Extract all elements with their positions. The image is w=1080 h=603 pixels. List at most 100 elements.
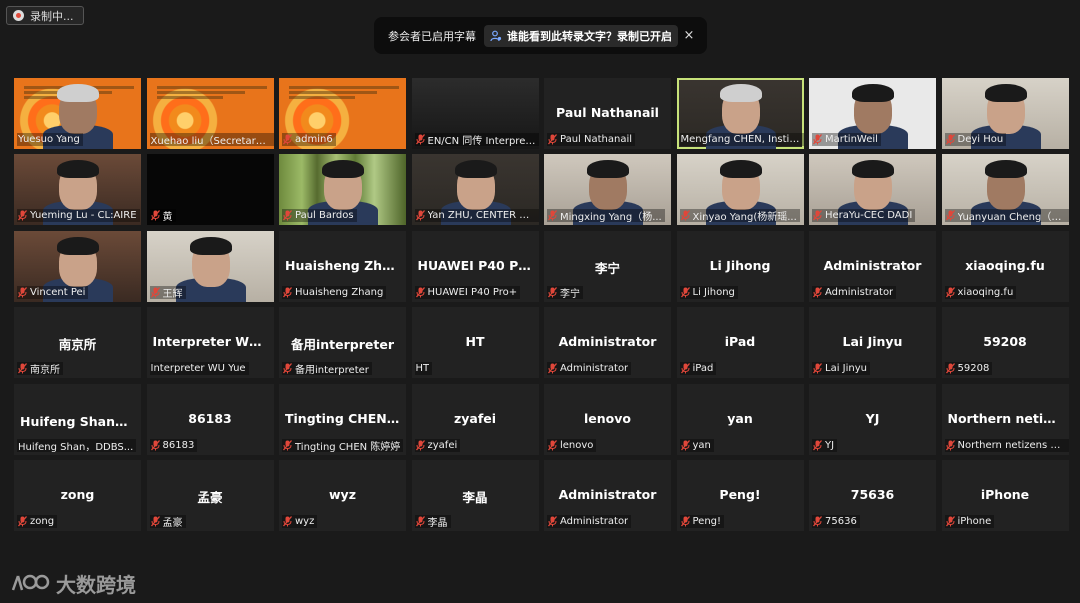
participant-video-face (454, 160, 497, 211)
muted-mic-icon (548, 286, 557, 298)
participant-tile[interactable]: 86183 86183 (146, 383, 274, 455)
shared-slide-graphic (156, 84, 267, 101)
participant-tile[interactable]: Deyi Hou (941, 78, 1069, 149)
participant-tile[interactable]: yan yan (676, 383, 804, 455)
participant-tile[interactable]: iPad iPad (676, 307, 804, 379)
participant-name-label: 孟豪 (162, 517, 183, 528)
participant-video-hair (57, 236, 99, 255)
participant-video-hair (57, 160, 99, 179)
participant-tile[interactable]: Tingting CHEN... Tingting CHEN 陈婷婷 (279, 383, 406, 455)
participant-name-label: admin6 (295, 134, 333, 145)
participant-caption: admin6 (282, 133, 336, 146)
transcript-visibility-link[interactable]: 谁能看到此转录文字？录制已开启 (484, 24, 678, 47)
recording-label: 录制中... (30, 9, 74, 23)
participant-name-label: Yuesuo Yang (18, 134, 80, 145)
participant-tile[interactable]: Northern netize... Northern netizens wh..… (941, 383, 1069, 455)
participant-tile[interactable]: Paul Nathanail Paul Nathanail (544, 78, 671, 149)
muted-mic-icon (680, 286, 690, 298)
participant-name-large: 75636 (850, 486, 895, 502)
participant-tile[interactable]: Yan ZHU, CENTER Gr... (411, 154, 539, 226)
participant-caption: YJ (812, 438, 838, 452)
participant-name-large: Tingting CHEN... (285, 410, 401, 426)
participant-name-large: lenovo (584, 410, 631, 426)
participant-name-label: Administrator (825, 286, 894, 298)
muted-mic-icon (283, 439, 292, 451)
muted-mic-icon (548, 516, 557, 527)
muted-mic-icon (945, 439, 955, 451)
participant-tile[interactable]: Xinyao Yang(杨新瑶... (676, 154, 804, 226)
participant-tile[interactable]: wyz wyz (279, 459, 406, 531)
participant-tile[interactable]: HUAWEI P40 Pr... HUAWEI P40 Pro+ (411, 230, 539, 302)
participant-name-label: 86183 (162, 439, 195, 451)
participant-tile[interactable]: zyafei zyafei (411, 383, 539, 455)
participant-name-large: zong (60, 486, 95, 502)
participant-tile[interactable]: Interpreter WU... Interpreter WU Yue (146, 307, 274, 379)
participant-tile[interactable]: admin6 (279, 78, 406, 149)
participant-tile[interactable]: EN/CN 同传 Interpret... (411, 78, 539, 149)
participant-tile[interactable]: Administrator Administrator (544, 307, 671, 379)
participant-name-label: Northern netizens wh... (957, 439, 1066, 451)
participant-tile[interactable]: 王辉 (146, 230, 274, 302)
participant-caption: Paul Nathanail (547, 133, 636, 146)
participant-caption: wyz (282, 514, 318, 528)
participant-tile[interactable]: Mingxing Yang（杨... (544, 154, 671, 226)
participant-name-label: Xuehao liu（Secretary） (150, 136, 271, 146)
muted-mic-icon (945, 286, 955, 298)
participant-tile[interactable]: 黄 (146, 154, 274, 226)
muted-mic-icon (813, 210, 822, 221)
participant-tile[interactable]: Administrator Administrator (809, 230, 936, 302)
participant-tile[interactable]: Peng! Peng! (676, 459, 804, 531)
recording-indicator[interactable]: 录制中... (6, 6, 84, 25)
participant-tile[interactable]: 备用interpreter 备用interpreter (279, 307, 406, 379)
participant-name-label: iPhone (957, 515, 992, 527)
participant-caption: Administrator (547, 514, 632, 528)
caption-notice-text: 参会者已启用字幕 (388, 29, 476, 43)
participant-tile[interactable]: YJ YJ (809, 383, 936, 455)
participant-caption: 备用interpreter (282, 362, 372, 376)
muted-mic-icon (415, 134, 425, 145)
participant-tile[interactable]: Mengfang CHEN, Institut... (676, 78, 804, 149)
participant-tile[interactable]: xiaoqing.fu xiaoqing.fu (941, 230, 1069, 302)
participant-tile[interactable]: 孟豪 孟豪 (146, 459, 274, 531)
participant-caption: Xuehao liu（Secretary） (149, 133, 274, 146)
muted-mic-icon (283, 363, 292, 374)
muted-mic-icon (415, 516, 425, 527)
participant-video-hair (984, 84, 1027, 102)
participant-name-label: Yan ZHU, CENTER Gr... (427, 210, 536, 222)
participant-tile[interactable]: Li Jihong Li Jihong (676, 230, 804, 302)
participant-tile[interactable]: 59208 59208 (941, 307, 1069, 379)
participant-tile[interactable]: Huaisheng Zhang Huaisheng Zhang (279, 230, 406, 302)
participant-tile[interactable]: lenovo lenovo (544, 383, 671, 455)
participant-tile[interactable]: HT HT (411, 307, 539, 379)
participant-caption: zyafei (414, 438, 461, 452)
participant-name-label: Vincent Pei (30, 286, 86, 298)
participant-name-label: Deyi Hou (957, 134, 1004, 145)
participant-name-label: lenovo (560, 439, 594, 451)
participant-name-large: Li Jihong (709, 257, 771, 273)
participant-name-large: Administrator (558, 334, 657, 350)
participant-tile[interactable]: Administrator Administrator (544, 459, 671, 531)
participant-tile[interactable]: Yueming Lu - CL:AIRE (14, 154, 141, 226)
participant-tile[interactable]: Lai Jinyu Lai Jinyu (809, 307, 936, 379)
participant-tile[interactable]: 75636 75636 (809, 459, 936, 531)
participant-caption: 南京所 (17, 362, 63, 376)
participant-tile[interactable]: 南京所 南京所 (14, 307, 141, 379)
participant-tile[interactable]: Paul Bardos (279, 154, 406, 226)
participant-tile[interactable]: Xuehao liu（Secretary） (146, 78, 274, 149)
participant-caption: Northern netizens wh... (944, 438, 1069, 452)
participant-tile[interactable]: MartinWeil (809, 78, 936, 149)
participant-video-face (984, 160, 1027, 211)
participant-name-label: Xinyao Yang(杨新瑶... (692, 212, 797, 223)
participant-tile[interactable]: 李晶 李晶 (411, 459, 539, 531)
participant-name-large: 86183 (188, 410, 232, 426)
participant-tile[interactable]: 李宁 李宁 (544, 230, 671, 302)
participant-tile[interactable]: Yuesuo Yang (14, 78, 141, 149)
participant-tile[interactable]: Yuanyuan Cheng（程... (941, 154, 1069, 226)
participant-tile[interactable]: iPhone iPhone (941, 459, 1069, 531)
participant-video-hair (189, 236, 232, 255)
participant-tile[interactable]: Huifeng Shan，... Huifeng Shan，DDBS... (14, 383, 141, 455)
participant-tile[interactable]: zong zong (14, 459, 141, 531)
close-icon[interactable]: × (681, 28, 697, 43)
participant-tile[interactable]: Vincent Pei (14, 230, 141, 302)
participant-tile[interactable]: HeraYu-CEC DADI (809, 154, 936, 226)
